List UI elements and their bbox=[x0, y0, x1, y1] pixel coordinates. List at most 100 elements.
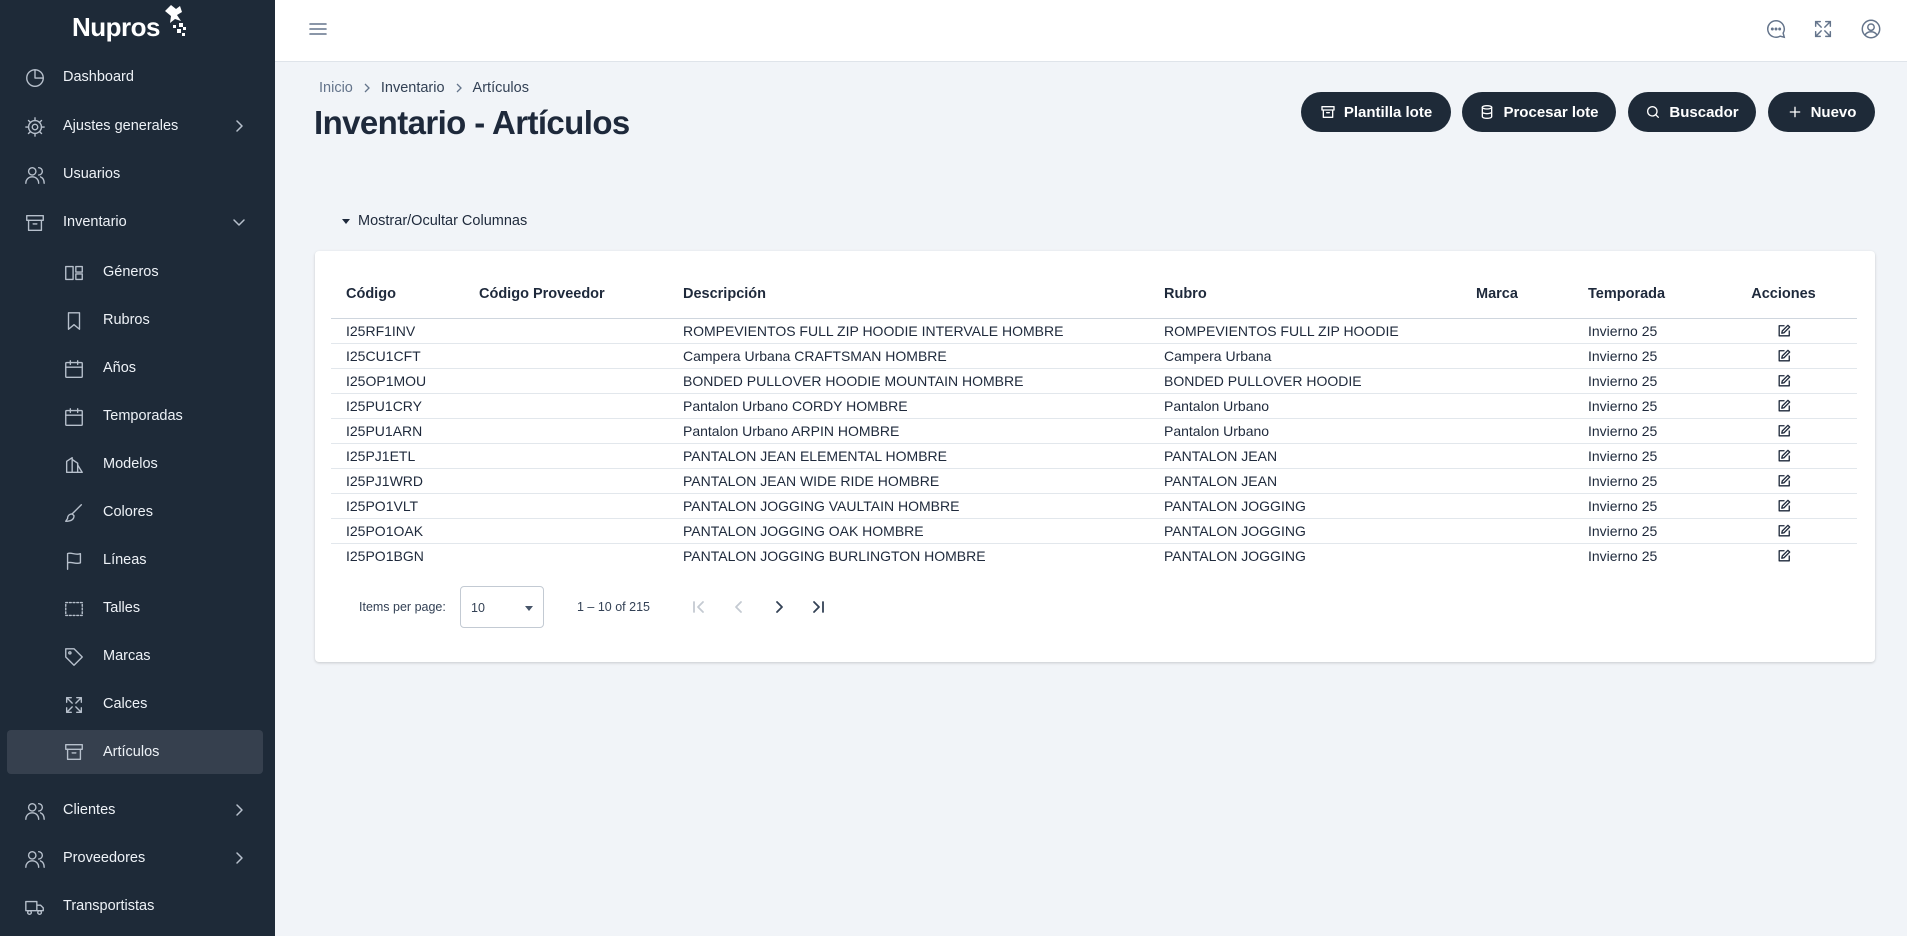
buscador-label: Buscador bbox=[1669, 103, 1739, 121]
chevron-right-icon bbox=[236, 804, 243, 816]
table-row[interactable]: I25PU1CRY Pantalon Urbano CORDY HOMBRE Pan… bbox=[331, 393, 1857, 419]
sidebar-item-label: Transportistas bbox=[63, 898, 155, 914]
sidebar-item-proveedores[interactable]: Proveedores bbox=[0, 838, 275, 878]
chat-icon[interactable] bbox=[1765, 18, 1787, 40]
cell-marca bbox=[1461, 543, 1573, 568]
sidebar-item-ajustes-generales[interactable]: Ajustes generales bbox=[0, 106, 275, 146]
cell-rubro: Pantalon Urbano bbox=[1149, 393, 1461, 419]
cell-temporada: Invierno 25 bbox=[1573, 418, 1710, 444]
sidebar-item-transportistas[interactable]: Transportistas bbox=[0, 886, 275, 926]
cell-descripcion: ROMPEVIENTOS FULL ZIP HOODIE INTERVALE H… bbox=[668, 318, 1149, 344]
truck-icon bbox=[25, 900, 44, 916]
header-codigo-proveedor[interactable]: Código Proveedor bbox=[464, 270, 668, 319]
breadcrumb: Inicio Inventario Artículos bbox=[319, 80, 529, 96]
page-size-select[interactable]: 10 bbox=[460, 586, 544, 628]
sidebar-item-modelos[interactable]: Modelos bbox=[0, 444, 275, 484]
edit-icon[interactable] bbox=[1777, 399, 1791, 413]
cell-codigo: I25OP1MOU bbox=[331, 368, 464, 394]
cell-codigo: I25CU1CFT bbox=[331, 343, 464, 369]
breadcrumb-inventario[interactable]: Inventario bbox=[381, 80, 445, 96]
cell-codigo: I25PJ1WRD bbox=[331, 468, 464, 494]
chevron-right-icon bbox=[236, 852, 243, 864]
table-row[interactable]: I25CU1CFT Campera Urbana CRAFTSMAN HOMBRE… bbox=[331, 343, 1857, 369]
cell-codigo: I25PJ1ETL bbox=[331, 443, 464, 469]
brush-icon bbox=[65, 504, 83, 522]
sidebar-item-temporadas[interactable]: Temporadas bbox=[0, 396, 275, 436]
sidebar-item-talles[interactable]: Talles bbox=[0, 588, 275, 628]
cell-codigo-proveedor bbox=[464, 343, 668, 369]
edit-icon[interactable] bbox=[1777, 449, 1791, 463]
table-row[interactable]: I25PJ1ETL PANTALON JEAN ELEMENTAL HOMBRE P… bbox=[331, 443, 1857, 469]
layout-icon bbox=[65, 265, 83, 281]
cell-marca bbox=[1461, 343, 1573, 369]
edit-icon[interactable] bbox=[1777, 349, 1791, 363]
toggle-columns-label: Mostrar/Ocultar Columnas bbox=[358, 213, 528, 229]
breadcrumb-current: Artículos bbox=[472, 80, 529, 96]
header-rubro[interactable]: Rubro bbox=[1149, 270, 1461, 319]
nuevo-button[interactable]: Nuevo bbox=[1768, 92, 1875, 132]
sidebar-item-rubros[interactable]: Rubros bbox=[0, 300, 275, 340]
table-row[interactable]: I25PJ1WRD PANTALON JEAN WIDE RIDE HOMBRE P… bbox=[331, 468, 1857, 494]
fullscreen-icon[interactable] bbox=[1812, 18, 1834, 40]
table-row[interactable]: I25PO1OAK PANTALON JOGGING OAK HOMBRE PANT… bbox=[331, 518, 1857, 544]
database-icon bbox=[1482, 105, 1493, 119]
table-row[interactable]: I25PO1BGN PANTALON JOGGING BURLINGTON HOM… bbox=[331, 543, 1857, 568]
mostrar-ocultar-columnas-toggle[interactable]: Mostrar/Ocultar Columnas bbox=[342, 213, 527, 229]
sidebar-item-clientes[interactable]: Clientes bbox=[0, 790, 275, 830]
sidebar-item-generos[interactable]: Géneros bbox=[0, 252, 275, 292]
menu-icon[interactable] bbox=[308, 19, 328, 39]
header-codigo[interactable]: Código bbox=[331, 270, 464, 319]
tag-icon bbox=[65, 648, 83, 666]
edit-icon[interactable] bbox=[1777, 499, 1791, 513]
cell-descripcion: PANTALON JOGGING OAK HOMBRE bbox=[668, 518, 1149, 544]
edit-icon[interactable] bbox=[1777, 524, 1791, 538]
edit-icon[interactable] bbox=[1777, 424, 1791, 438]
sidebar-item-calces[interactable]: Calces bbox=[0, 684, 275, 724]
sidebar-item-marcas[interactable]: Marcas bbox=[0, 636, 275, 676]
sidebar-item-lineas[interactable]: Líneas bbox=[0, 540, 275, 580]
header-descripcion[interactable]: Descripción bbox=[668, 270, 1149, 319]
sidebar-item-colores[interactable]: Colores bbox=[0, 492, 275, 532]
first-page-button[interactable] bbox=[688, 596, 710, 618]
user-circle-icon[interactable] bbox=[1860, 18, 1882, 40]
edit-icon[interactable] bbox=[1777, 474, 1791, 488]
plantilla-lote-label: Plantilla lote bbox=[1343, 103, 1433, 121]
cell-codigo-proveedor bbox=[464, 493, 668, 519]
sidebar-item-label: Clientes bbox=[63, 802, 116, 818]
procesar-lote-label: Procesar lote bbox=[1503, 103, 1599, 121]
sidebar-item-articulos[interactable]: Artículos bbox=[7, 730, 263, 774]
table-row[interactable]: I25OP1MOU BONDED PULLOVER HOODIE MOUNTAIN… bbox=[331, 368, 1857, 394]
cell-marca bbox=[1461, 368, 1573, 394]
cell-descripcion: Campera Urbana CRAFTSMAN HOMBRE bbox=[668, 343, 1149, 369]
table-row[interactable]: I25PU1ARN Pantalon Urbano ARPIN HOMBRE Pan… bbox=[331, 418, 1857, 444]
plantilla-lote-button[interactable]: Plantilla lote bbox=[1301, 92, 1451, 132]
sidebar-item-dashboard[interactable]: Dashboard bbox=[0, 57, 275, 97]
caret-down-icon bbox=[342, 218, 350, 224]
app-logo[interactable]: Nupros bbox=[72, 4, 202, 50]
edit-icon[interactable] bbox=[1777, 324, 1791, 338]
buscador-button[interactable]: Buscador bbox=[1628, 92, 1756, 132]
header-marca[interactable]: Marca bbox=[1461, 270, 1573, 319]
breadcrumb-home[interactable]: Inicio bbox=[319, 80, 353, 96]
next-page-button[interactable] bbox=[768, 596, 790, 618]
previous-page-button[interactable] bbox=[728, 596, 750, 618]
table-row[interactable]: I25RF1INV ROMPEVIENTOS FULL ZIP HOODIE IN… bbox=[331, 318, 1857, 344]
edit-icon[interactable] bbox=[1777, 549, 1791, 563]
sidebar-item-inventario[interactable]: Inventario bbox=[0, 202, 275, 242]
edit-icon[interactable] bbox=[1777, 374, 1791, 388]
table-header-row: Código Código Proveedor Descripción Rubr… bbox=[331, 270, 1857, 319]
sidebar-item-label: Proveedores bbox=[63, 850, 146, 866]
chevron-right-icon bbox=[456, 83, 462, 93]
cell-acciones bbox=[1710, 518, 1857, 544]
sidebar-item-usuarios[interactable]: Usuarios bbox=[0, 154, 275, 194]
table-row[interactable]: I25PO1VLT PANTALON JOGGING VAULTAIN HOMBR… bbox=[331, 493, 1857, 519]
procesar-lote-button[interactable]: Procesar lote bbox=[1462, 92, 1616, 132]
articles-table-card: Código Código Proveedor Descripción Rubr… bbox=[315, 251, 1875, 662]
nuevo-label: Nuevo bbox=[1810, 103, 1857, 121]
header-temporada[interactable]: Temporada bbox=[1573, 270, 1710, 319]
last-page-button[interactable] bbox=[807, 596, 829, 618]
cell-descripcion: Pantalon Urbano CORDY HOMBRE bbox=[668, 393, 1149, 419]
cell-temporada: Invierno 25 bbox=[1573, 493, 1710, 519]
sidebar-item-anos[interactable]: Años bbox=[0, 348, 275, 388]
cell-descripcion: PANTALON JOGGING VAULTAIN HOMBRE bbox=[668, 493, 1149, 519]
